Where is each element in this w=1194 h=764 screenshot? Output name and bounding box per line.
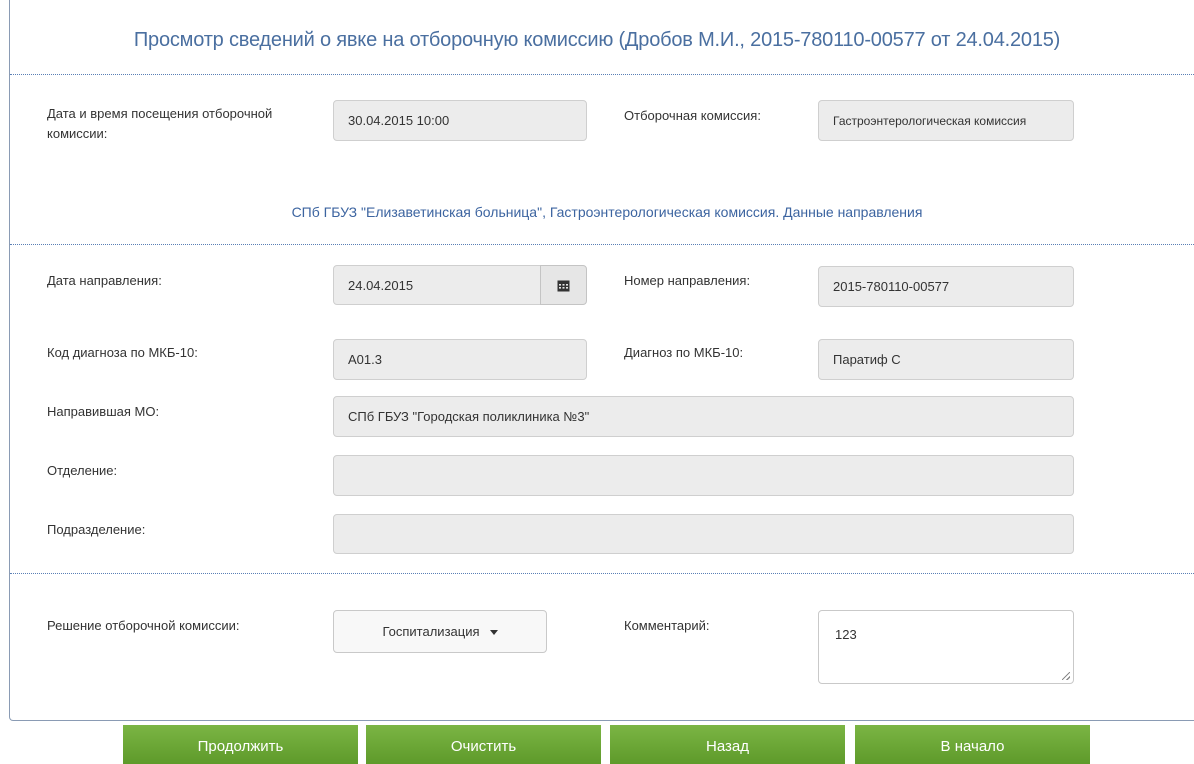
calendar-icon xyxy=(557,280,570,291)
home-button[interactable]: В начало xyxy=(855,725,1090,764)
referring-mo-field[interactable]: СПб ГБУЗ "Городская поликлиника №3" xyxy=(333,396,1074,437)
icd-code-field[interactable]: A01.3 xyxy=(333,339,587,380)
comment-textarea[interactable]: 123 xyxy=(818,610,1074,684)
decision-select-value: Госпитализация xyxy=(382,624,480,639)
department-label: Отделение: xyxy=(47,463,118,478)
referral-date-label: Дата направления: xyxy=(47,273,162,288)
comment-text: 123 xyxy=(835,627,857,642)
decision-label: Решение отборочной комиссии: xyxy=(47,618,240,633)
referral-section-title: СПб ГБУЗ "Елизаветинская больница", Гаст… xyxy=(291,204,923,220)
commission-field[interactable]: Гастроэнтерологическая комиссия xyxy=(818,100,1074,141)
department-field[interactable] xyxy=(333,455,1074,496)
caret-down-icon xyxy=(489,630,498,635)
diagnosis-field[interactable]: Паратиф С xyxy=(818,339,1074,380)
referring-mo-label: Направившая МО: xyxy=(47,404,160,419)
decision-divider xyxy=(10,573,1194,574)
commission-label: Отборочная комиссия: xyxy=(624,108,761,123)
referral-divider xyxy=(10,244,1194,245)
subdivision-label: Подразделение: xyxy=(47,522,146,537)
diagnosis-label: Диагноз по МКБ-10: xyxy=(624,345,744,360)
resize-handle-icon[interactable] xyxy=(1062,672,1070,680)
clear-button[interactable]: Очистить xyxy=(366,725,601,764)
icd-code-label: Код диагноза по МКБ-10: xyxy=(47,345,198,360)
visit-datetime-label: Дата и время посещения отборочной комисс… xyxy=(47,106,273,141)
comment-label: Комментарий: xyxy=(624,618,710,633)
title-divider xyxy=(10,74,1194,75)
visit-datetime-field[interactable]: 30.04.2015 10:00 xyxy=(333,100,587,141)
decision-select[interactable]: Госпитализация xyxy=(333,610,547,653)
page-title: Просмотр сведений о явке на отборочную к… xyxy=(133,29,1061,51)
referral-number-field[interactable]: 2015-780110-00577 xyxy=(818,266,1074,307)
back-button[interactable]: Назад xyxy=(610,725,845,764)
continue-button[interactable]: Продолжить xyxy=(123,725,358,764)
referral-number-label: Номер направления: xyxy=(624,273,751,288)
referral-date-field[interactable]: 24.04.2015 xyxy=(333,265,541,305)
subdivision-field[interactable] xyxy=(333,514,1074,554)
calendar-button[interactable] xyxy=(540,265,587,305)
